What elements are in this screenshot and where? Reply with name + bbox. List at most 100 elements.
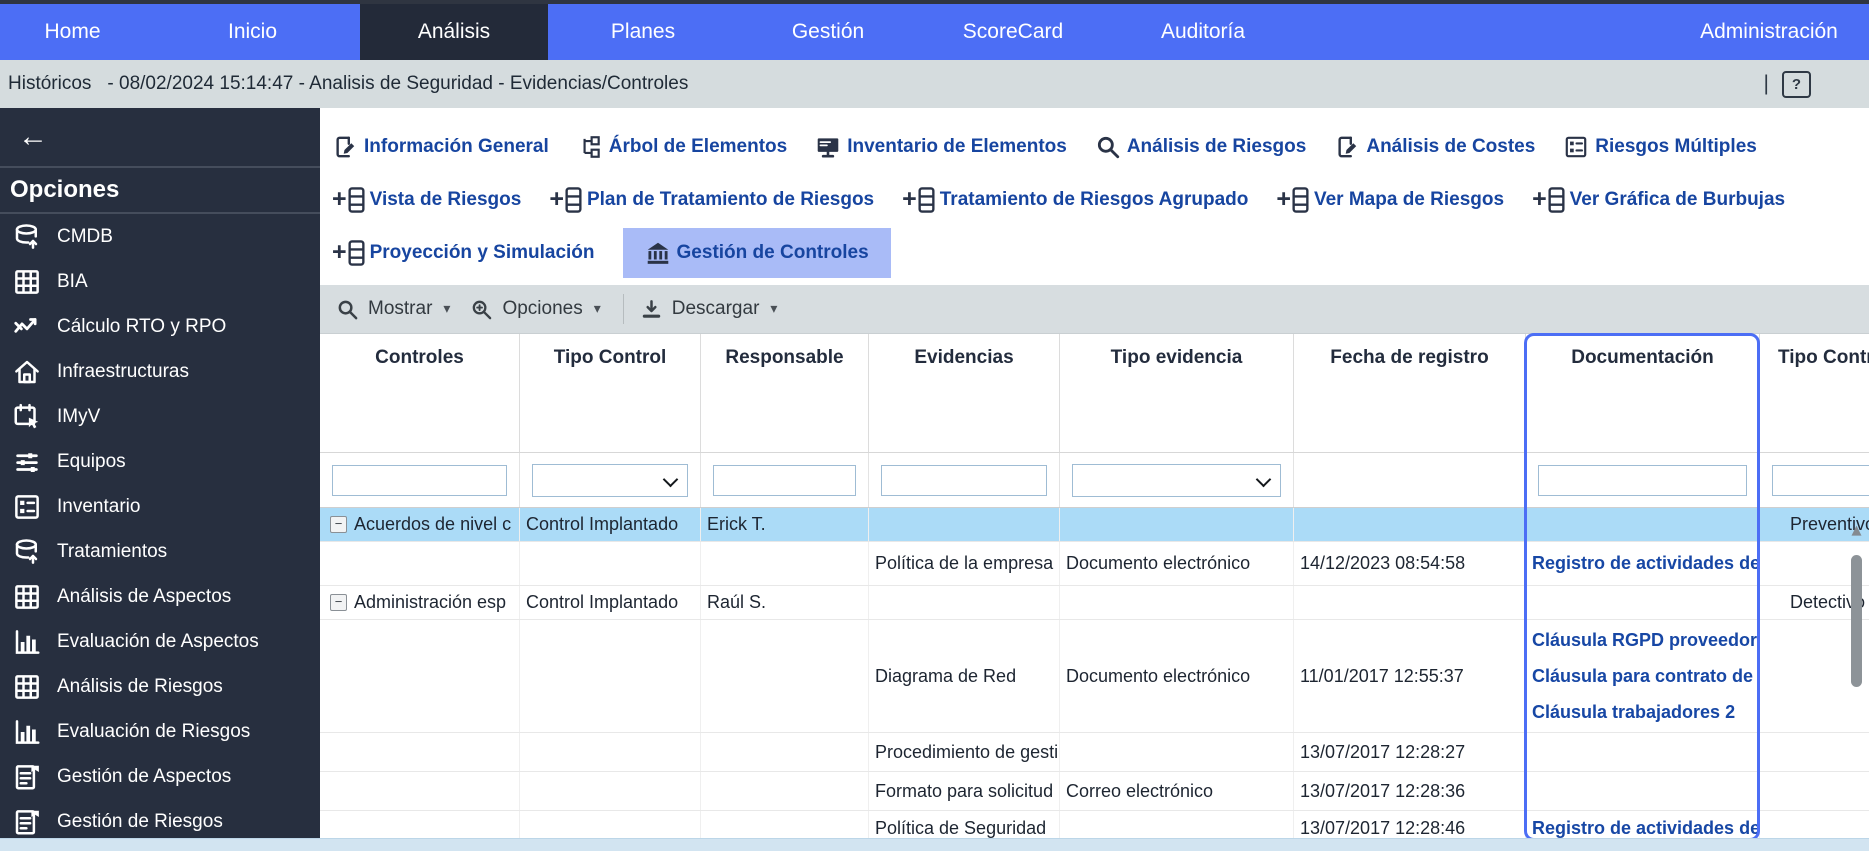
sidebar-item-evaluacion-de-riesgos[interactable]: Evaluación de Riesgos bbox=[0, 709, 320, 754]
column-header-evidencias[interactable]: Evidencias bbox=[869, 334, 1060, 452]
responsable-cell bbox=[701, 733, 869, 771]
column-header-tipo-control[interactable]: Tipo Control bbox=[520, 334, 701, 452]
tab-inventario-de-elementos[interactable]: Inventario de Elementos bbox=[815, 134, 1067, 160]
search-icon bbox=[1095, 134, 1121, 160]
tab-riesgos-multiples[interactable]: Riesgos Múltiples bbox=[1563, 134, 1757, 160]
horizontal-scrollbar-track[interactable] bbox=[0, 838, 1869, 851]
tipo-control-cell bbox=[520, 542, 701, 585]
evidencias-cell: Política de la empresa bbox=[869, 542, 1060, 585]
tab-proyeccion-y-simulacion[interactable]: + Proyección y Simulación bbox=[332, 240, 595, 266]
sidebar-item-evaluacion-de-aspectos[interactable]: Evaluación de Aspectos bbox=[0, 619, 320, 664]
table-column-icon bbox=[348, 240, 365, 266]
filter-tipo-control-select[interactable] bbox=[532, 463, 688, 497]
sidebar-item-inventario[interactable]: Inventario bbox=[0, 484, 320, 529]
descargar-dropdown-button[interactable]: Descargar ▾ bbox=[640, 298, 778, 321]
sidebar-back-button[interactable]: ← bbox=[0, 108, 320, 168]
sidebar-item-calculo-rto-rpo[interactable]: Cálculo RTO y RPO bbox=[0, 304, 320, 349]
tab-informacion-general[interactable]: Información General bbox=[332, 134, 549, 160]
tipo-control-cell: Control Implantado bbox=[520, 586, 701, 619]
tab-tratamiento-de-riesgos-agrupado[interactable]: + Tratamiento de Riesgos Agrupado bbox=[902, 187, 1248, 213]
grid-icon bbox=[12, 582, 42, 612]
document-link[interactable]: Registro de actividades de bbox=[1532, 818, 1759, 838]
vertical-scrollbar[interactable]: ▲ bbox=[1846, 507, 1867, 838]
nav-item-administracion[interactable]: Administración bbox=[1669, 4, 1869, 60]
tab-label: Ver Mapa de Riesgos bbox=[1313, 188, 1505, 210]
scroll-up-arrow-icon[interactable]: ▲ bbox=[1846, 507, 1867, 538]
sidebar-item-infraestructuras[interactable]: Infraestructuras bbox=[0, 349, 320, 394]
nav-item-gestion[interactable]: Gestión bbox=[738, 4, 918, 60]
nav-item-analisis[interactable]: Análisis bbox=[360, 4, 548, 60]
table-row[interactable]: Procedimiento de gesti 13/07/2017 12:28:… bbox=[320, 733, 1869, 772]
tab-label: Árbol de Elementos bbox=[608, 135, 788, 157]
table-row[interactable]: − Administración esp Control Implantado … bbox=[320, 586, 1869, 620]
control-name: Administración esp bbox=[354, 592, 507, 612]
caret-down-icon: ▾ bbox=[770, 301, 778, 317]
column-header-tipo-control-2[interactable]: Tipo Control bbox=[1760, 334, 1869, 452]
nav-item-inicio[interactable]: Inicio bbox=[145, 4, 360, 60]
filter-evidencias-input[interactable] bbox=[881, 464, 1047, 496]
tipo-evidencia-cell bbox=[1060, 733, 1294, 771]
sidebar-item-tratamientos[interactable]: Tratamientos bbox=[0, 529, 320, 574]
tab-arbol-de-elementos[interactable]: Árbol de Elementos bbox=[577, 134, 787, 160]
nav-item-scorecard[interactable]: ScoreCard bbox=[918, 4, 1108, 60]
collapse-minus-icon[interactable]: − bbox=[330, 594, 347, 611]
filter-tipo-evidencia-select[interactable] bbox=[1072, 463, 1281, 497]
tab-ver-mapa-de-riesgos[interactable]: + Ver Mapa de Riesgos bbox=[1276, 187, 1504, 213]
tab-analisis-de-costes[interactable]: Análisis de Costes bbox=[1334, 134, 1535, 160]
document-link[interactable]: Cláusula para contrato de bbox=[1532, 666, 1753, 687]
sidebar-item-imyv[interactable]: IMyV bbox=[0, 394, 320, 439]
tab-label: Información General bbox=[364, 135, 549, 157]
analysis-tabs: Información General Árbol de Elementos I… bbox=[320, 108, 1869, 279]
document-link[interactable]: Registro de actividades de bbox=[1532, 553, 1759, 574]
nav-item-auditoria[interactable]: Auditoría bbox=[1108, 4, 1298, 60]
filter-controles-input[interactable] bbox=[332, 464, 507, 496]
nav-label: Administración bbox=[1700, 20, 1838, 43]
column-header-fecha-de-registro[interactable]: Fecha de registro bbox=[1294, 334, 1526, 452]
tab-analisis-de-riesgos[interactable]: Análisis de Riesgos bbox=[1095, 134, 1307, 160]
control-group-cell bbox=[320, 811, 520, 838]
column-header-tipo-evidencia[interactable]: Tipo evidencia bbox=[1060, 334, 1294, 452]
document-icon bbox=[12, 762, 42, 792]
document-link[interactable]: Cláusula RGPD proveedore bbox=[1532, 630, 1759, 651]
table-row[interactable]: Formato para solicitud Correo electrónic… bbox=[320, 772, 1869, 811]
sidebar-item-equipos[interactable]: Equipos bbox=[0, 439, 320, 484]
evidencias-cell: Diagrama de Red bbox=[869, 620, 1060, 732]
collapse-minus-icon[interactable]: − bbox=[330, 516, 347, 533]
filter-tipo-control-2-input[interactable] bbox=[1772, 464, 1869, 496]
sidebar-item-gestion-de-aspectos[interactable]: Gestión de Aspectos bbox=[0, 754, 320, 799]
filter-responsable-input[interactable] bbox=[713, 464, 856, 496]
tab-ver-grafica-de-burbujas[interactable]: + Ver Gráfica de Burbujas bbox=[1532, 187, 1785, 213]
search-icon bbox=[336, 298, 359, 321]
help-icon[interactable]: ? bbox=[1782, 70, 1811, 98]
main-nav: Home Inicio Análisis Planes Gestión Scor… bbox=[0, 4, 1869, 60]
tab-plan-de-tratamiento-de-riesgos[interactable]: + Plan de Tratamiento de Riesgos bbox=[549, 187, 874, 213]
bar-chart-icon bbox=[12, 627, 42, 657]
nav-item-home[interactable]: Home bbox=[0, 4, 145, 60]
tab-label: Riesgos Múltiples bbox=[1595, 135, 1757, 157]
tab-label: Plan de Tratamiento de Riesgos bbox=[586, 188, 875, 210]
column-header-documentacion[interactable]: Documentación bbox=[1526, 334, 1760, 452]
tab-gestion-de-controles[interactable]: Gestión de Controles bbox=[622, 227, 891, 278]
table-row[interactable]: − Acuerdos de nivel c Control Implantado… bbox=[320, 508, 1869, 542]
sidebar-item-bia[interactable]: BIA bbox=[0, 259, 320, 304]
nav-item-planes[interactable]: Planes bbox=[548, 4, 738, 60]
tab-vista-de-riesgos[interactable]: + Vista de Riesgos bbox=[332, 187, 521, 213]
nav-label: Gestión bbox=[791, 20, 865, 43]
column-header-controles[interactable]: Controles bbox=[320, 334, 520, 452]
filter-documentacion-input[interactable] bbox=[1538, 464, 1747, 496]
mostrar-dropdown-button[interactable]: Mostrar ▾ bbox=[336, 298, 450, 321]
sidebar-item-label: Evaluación de Aspectos bbox=[57, 630, 259, 652]
sidebar-item-cmdb[interactable]: CMDB bbox=[0, 214, 320, 259]
scrollbar-thumb[interactable] bbox=[1851, 555, 1862, 687]
tab-row-3: + Proyección y Simulación Gestión de Con… bbox=[320, 226, 1869, 279]
sidebar-item-analisis-de-riesgos[interactable]: Análisis de Riesgos bbox=[0, 664, 320, 709]
sidebar-item-analisis-de-aspectos[interactable]: Análisis de Aspectos bbox=[0, 574, 320, 619]
document-link[interactable]: Cláusula trabajadores 2 bbox=[1532, 702, 1735, 723]
table-row[interactable]: Diagrama de Red Documento electrónico 11… bbox=[320, 620, 1869, 733]
sidebar-item-gestion-de-riesgos[interactable]: Gestión de Riesgos bbox=[0, 799, 320, 838]
table-row[interactable]: Política de la empresa Documento electró… bbox=[320, 542, 1869, 586]
tab-label: Análisis de Riesgos bbox=[1126, 135, 1307, 157]
table-row[interactable]: Política de Seguridad 13/07/2017 12:28:4… bbox=[320, 811, 1869, 838]
opciones-dropdown-button[interactable]: Opciones ▾ bbox=[470, 298, 601, 321]
column-header-responsable[interactable]: Responsable bbox=[701, 334, 869, 452]
